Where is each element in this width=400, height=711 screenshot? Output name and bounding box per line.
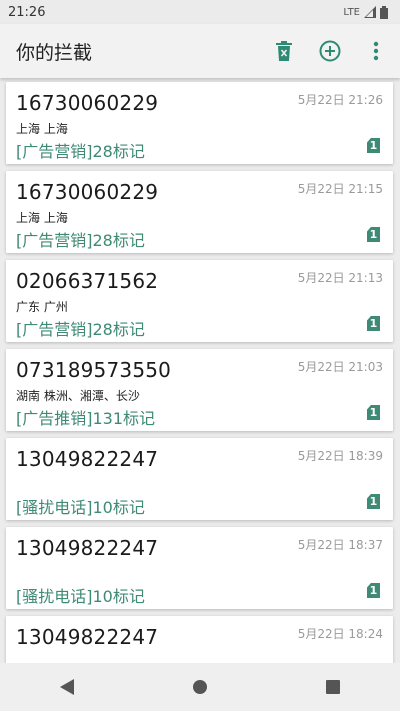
phone-number: 13049822247 (16, 447, 159, 471)
phone-number: 16730060229 (16, 91, 159, 115)
call-tag: [广告推销]131标记 (16, 409, 156, 428)
back-triangle-icon (59, 679, 74, 695)
status-indicators: LTE (343, 5, 388, 19)
call-location: 湖南 株洲、湘潭、长沙 (16, 389, 140, 403)
call-tag: [骚扰电话]10标记 (16, 587, 145, 606)
call-location: 上海 上海 (16, 211, 68, 225)
status-time: 21:26 (8, 4, 46, 20)
call-tag: [骚扰电话]10标记 (16, 498, 145, 517)
blocked-call-list: 16730060229 5月22日 21:26 上海 上海 [广告营销]28标记… (0, 80, 400, 663)
sim-count-badge: 1 (367, 227, 380, 242)
recents-square-icon (326, 680, 341, 694)
call-time: 5月22日 18:24 (297, 627, 383, 641)
battery-icon (380, 5, 388, 19)
network-type: LTE (343, 6, 360, 18)
call-location: 上海 上海 (16, 122, 68, 136)
phone-number: 13049822247 (16, 625, 159, 649)
nav-back-button[interactable] (47, 667, 87, 707)
system-nav-bar (0, 663, 400, 711)
phone-number: 073189573550 (16, 358, 172, 382)
more-vert-icon (373, 41, 379, 61)
app-bar: 你的拦截 (0, 24, 400, 78)
sim-count-badge: 1 (367, 583, 380, 598)
call-item[interactable]: 13049822247 5月22日 18:37 [骚扰电话]10标记 1 (6, 527, 393, 609)
call-item[interactable]: 16730060229 5月22日 21:15 上海 上海 [广告营销]28标记… (6, 171, 393, 253)
call-tag: [广告营销]28标记 (16, 142, 145, 161)
nav-home-button[interactable] (180, 667, 220, 707)
call-tag: [广告营销]28标记 (16, 320, 145, 339)
status-bar: 21:26 LTE (0, 0, 400, 24)
toolbar-actions (272, 39, 400, 63)
sim-count-badge: 1 (367, 316, 380, 331)
more-button[interactable] (364, 39, 388, 63)
call-item[interactable]: 16730060229 5月22日 21:26 上海 上海 [广告营销]28标记… (6, 82, 393, 164)
sim-count-badge: 1 (367, 494, 380, 509)
call-item[interactable]: 13049822247 5月22日 18:39 [骚扰电话]10标记 1 (6, 438, 393, 520)
call-time: 5月22日 21:13 (297, 271, 383, 285)
phone-number: 02066371562 (16, 269, 159, 293)
sim-count-badge: 1 (367, 138, 380, 153)
call-time: 5月22日 21:26 (297, 93, 383, 107)
call-time: 5月22日 21:03 (297, 360, 383, 374)
trash-icon (276, 41, 292, 61)
call-time: 5月22日 21:15 (297, 182, 383, 196)
phone-number: 13049822247 (16, 536, 159, 560)
sim-count-badge: 1 (367, 405, 380, 420)
delete-button[interactable] (272, 39, 296, 63)
phone-number: 16730060229 (16, 180, 159, 204)
home-circle-icon (192, 680, 207, 694)
add-button[interactable] (318, 39, 342, 63)
call-item[interactable]: 073189573550 5月22日 21:03 湖南 株洲、湘潭、长沙 [广告… (6, 349, 393, 431)
call-item[interactable]: 02066371562 5月22日 21:13 广东 广州 [广告营销]28标记… (6, 260, 393, 342)
nav-recents-button[interactable] (313, 667, 353, 707)
call-time: 5月22日 18:37 (297, 538, 383, 552)
signal-icon (364, 6, 376, 18)
call-location: 广东 广州 (16, 300, 68, 314)
page-title: 你的拦截 (16, 41, 93, 64)
call-tag: [广告营销]28标记 (16, 231, 145, 250)
call-time: 5月22日 18:39 (297, 449, 383, 463)
add-circle-icon (319, 40, 341, 62)
call-item[interactable]: 13049822247 5月22日 18:24 (6, 616, 393, 663)
